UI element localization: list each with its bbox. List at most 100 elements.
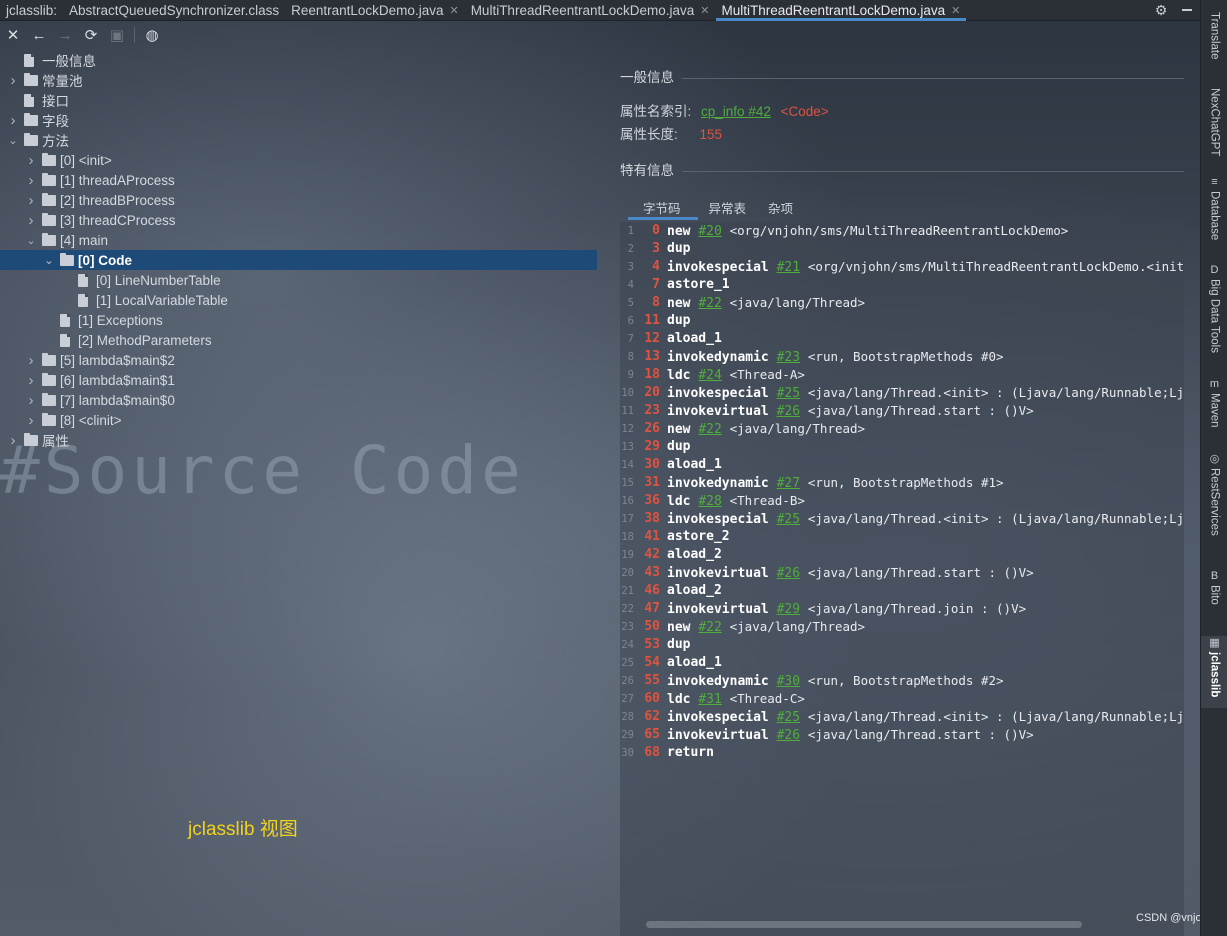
constant-pool-link[interactable]: #31 <box>698 692 721 707</box>
tab-multithread-1[interactable]: MultiThreadReentrantLockDemo.java ✕ <box>465 0 716 20</box>
tree-node[interactable]: › [7] lambda$main$0 <box>0 390 597 410</box>
save-icon[interactable]: ▣ <box>104 22 130 48</box>
gear-icon[interactable]: ⚙ <box>1152 0 1170 20</box>
constant-pool-link[interactable]: #28 <box>698 494 721 509</box>
horizontal-scrollbar[interactable] <box>646 921 1082 928</box>
constant-pool-link[interactable]: #26 <box>777 566 800 581</box>
chevron-right-icon[interactable]: › <box>24 352 38 369</box>
close-icon[interactable]: ✕ <box>0 22 26 48</box>
tree-node[interactable]: › [6] lambda$main$1 <box>0 370 597 390</box>
bytecode-line: 10 20 invokespecial #25 <java/lang/Thread.… <box>620 384 1184 402</box>
constant-pool-link[interactable]: #30 <box>777 674 800 689</box>
tab-exception-table[interactable]: 异常表 <box>698 196 758 218</box>
close-tab-icon[interactable]: ✕ <box>951 4 960 17</box>
bytecode-offset: 8 <box>652 295 660 310</box>
constant-pool-link[interactable]: #22 <box>698 620 721 635</box>
chevron-right-icon[interactable]: › <box>24 392 38 409</box>
bytecode-line: 30 68 return <box>620 744 1184 762</box>
chevron-right-icon[interactable]: › <box>24 212 38 229</box>
bytecode-line: 4 7 astore_1 <box>620 276 1184 294</box>
tool-window-database[interactable]: ≡ Database <box>1201 176 1227 248</box>
tree-node[interactable]: › [5] lambda$main$2 <box>0 350 597 370</box>
tree-node[interactable]: › 字段 <box>0 110 597 130</box>
tree-node[interactable]: › [2] threadBProcess <box>0 190 597 210</box>
tool-window-restservices[interactable]: ◎ RestServices <box>1201 452 1227 554</box>
chevron-right-icon[interactable]: › <box>24 172 38 189</box>
chevron-down-icon[interactable]: ⌄ <box>42 254 56 267</box>
tree-node[interactable]: › 属性 <box>0 430 597 450</box>
tree-node[interactable]: › [8] <clinit> <box>0 410 597 430</box>
chevron-right-icon[interactable]: › <box>6 112 20 129</box>
tab-prefix: jclasslib: <box>6 2 58 18</box>
opcode: aload_1 <box>667 655 722 670</box>
arrow-left-icon[interactable]: ← <box>26 22 52 48</box>
chevron-right-icon[interactable]: › <box>24 192 38 209</box>
tree-node[interactable]: ⌄ 方法 <box>0 130 597 150</box>
close-tab-icon[interactable]: ✕ <box>700 4 709 17</box>
name-index-row: 属性名索引: cp_info #42 <Code> <box>620 100 829 120</box>
tree-node[interactable]: ⌄ [4] main <box>0 230 597 250</box>
tree-node[interactable]: › [3] threadCProcess <box>0 210 597 230</box>
chevron-down-icon[interactable]: ⌄ <box>24 234 38 247</box>
close-tab-icon[interactable]: ✕ <box>449 4 458 17</box>
tool-window-label: Maven <box>1208 393 1221 428</box>
chevron-right-icon[interactable]: › <box>6 72 20 89</box>
operand-comment: <java/lang/Thread.start : ()V> <box>807 403 1034 418</box>
tree-node[interactable]: [0] LineNumberTable <box>0 270 597 290</box>
tree-node[interactable]: 接口 <box>0 90 597 110</box>
constant-pool-link[interactable]: #21 <box>777 260 800 275</box>
tab-bytecode[interactable]: 字节码 <box>620 196 698 220</box>
tool-window-jclasslib[interactable]: ▦ jclasslib <box>1201 636 1227 708</box>
tree-node[interactable]: [2] MethodParameters <box>0 330 597 350</box>
folder-icon <box>24 432 38 446</box>
arrow-right-icon[interactable]: → <box>52 22 78 48</box>
bytecode-line: 3 4 invokespecial #21 <org/vnjohn/sms/Mult… <box>620 258 1184 276</box>
refresh-icon[interactable]: ⟳ <box>78 22 104 48</box>
chevron-right-icon[interactable]: › <box>24 412 38 429</box>
tool-window-bito[interactable]: B Bito <box>1201 570 1227 622</box>
constant-pool-link[interactable]: #25 <box>777 386 800 401</box>
tree-node[interactable]: › [1] threadAProcess <box>0 170 597 190</box>
constant-pool-link[interactable]: #24 <box>698 368 721 383</box>
bytecode-offset: 43 <box>644 565 660 580</box>
constant-pool-link[interactable]: #20 <box>698 224 721 239</box>
tree-node-selected[interactable]: ⌄ [0] Code <box>0 250 597 270</box>
tree-node[interactable]: [1] LocalVariableTable <box>0 290 597 310</box>
tree-node[interactable]: › [0] <init> <box>0 150 597 170</box>
constant-pool-link[interactable]: #26 <box>777 728 800 743</box>
tab-reentrantlockdemo[interactable]: ReentrantLockDemo.java ✕ <box>285 0 465 20</box>
tab-misc[interactable]: 杂项 <box>757 196 804 218</box>
tool-window-big-data-tools[interactable]: D Big Data Tools <box>1201 264 1227 364</box>
constant-pool-link[interactable]: #26 <box>777 404 800 419</box>
chevron-right-icon[interactable]: › <box>6 432 20 449</box>
tree-node-label: [2] MethodParameters <box>78 332 212 348</box>
constant-pool-link[interactable]: #25 <box>777 710 800 725</box>
constant-pool-link[interactable]: #23 <box>777 350 800 365</box>
chevron-down-icon[interactable]: ⌄ <box>6 134 20 147</box>
chevron-right-icon[interactable]: › <box>24 372 38 389</box>
bytecode-listing[interactable]: 1 0 new #20 <org/vnjohn/sms/MultiThreadRee… <box>620 222 1184 936</box>
globe-icon[interactable]: ◍ <box>139 22 165 48</box>
chevron-right-icon[interactable]: › <box>24 152 38 169</box>
constant-pool-link[interactable]: #29 <box>777 602 800 617</box>
bytecode-offset: 55 <box>644 673 660 688</box>
folder-icon <box>24 112 38 126</box>
bytecode-offset: 46 <box>644 583 660 598</box>
cp-info-link[interactable]: cp_info #42 <box>701 104 771 119</box>
constant-pool-link[interactable]: #22 <box>698 422 721 437</box>
tab-aqs-class[interactable]: AbstractQueuedSynchronizer.class <box>63 0 285 20</box>
tool-window-maven[interactable]: m Maven <box>1201 378 1227 442</box>
minimize-icon[interactable] <box>1182 9 1192 11</box>
opcode: invokevirtual <box>667 728 769 743</box>
tree-node[interactable]: [1] Exceptions <box>0 310 597 330</box>
bytecode-offset: 12 <box>644 331 660 346</box>
constant-pool-link[interactable]: #22 <box>698 296 721 311</box>
tab-multithread-active[interactable]: MultiThreadReentrantLockDemo.java ✕ <box>715 0 967 21</box>
opcode: aload_2 <box>667 547 722 562</box>
tool-window-nexchatgpt[interactable]: NexChatGPT <box>1201 88 1227 164</box>
tree-node[interactable]: 一般信息 <box>0 50 597 70</box>
constant-pool-link[interactable]: #25 <box>777 512 800 527</box>
constant-pool-link[interactable]: #27 <box>777 476 800 491</box>
tree-node[interactable]: › 常量池 <box>0 70 597 90</box>
tool-window-translate[interactable]: Translate <box>1201 12 1227 72</box>
